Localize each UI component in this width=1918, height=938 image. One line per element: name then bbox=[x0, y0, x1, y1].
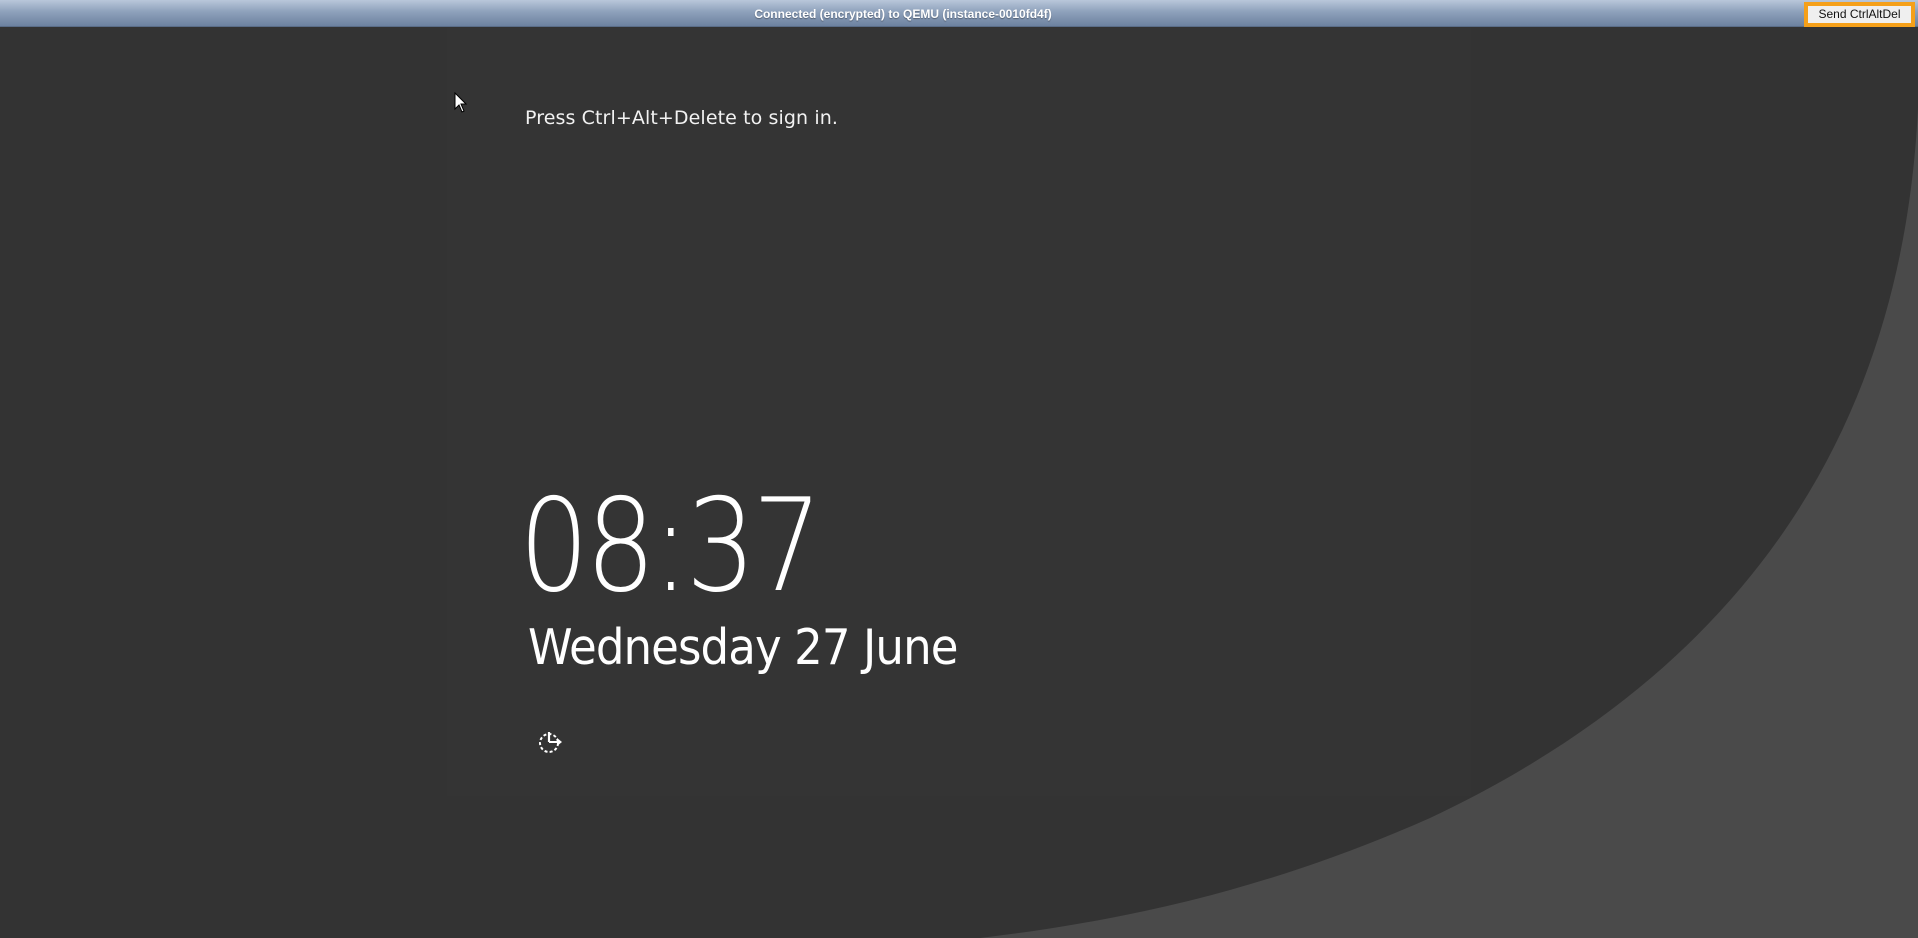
connection-status: Connected (encrypted) to QEMU (instance-… bbox=[754, 7, 1052, 21]
mouse-pointer-icon bbox=[454, 92, 468, 113]
vnc-status-bar: Connected (encrypted) to QEMU (instance-… bbox=[0, 0, 1918, 27]
clock-time: 08:37 bbox=[519, 472, 822, 621]
clock-date: Wednesday 27 June bbox=[528, 619, 958, 676]
send-ctrl-alt-del-button[interactable]: Send CtrlAltDel bbox=[1804, 2, 1915, 27]
sign-in-prompt: Press Ctrl+Alt+Delete to sign in. bbox=[525, 107, 838, 129]
ease-of-access-icon[interactable] bbox=[536, 728, 564, 756]
lock-screen-panel bbox=[447, 28, 1471, 796]
remote-screen[interactable]: Press Ctrl+Alt+Delete to sign in. 08:37 … bbox=[0, 28, 1918, 938]
vnc-client: Connected (encrypted) to QEMU (instance-… bbox=[0, 0, 1918, 938]
